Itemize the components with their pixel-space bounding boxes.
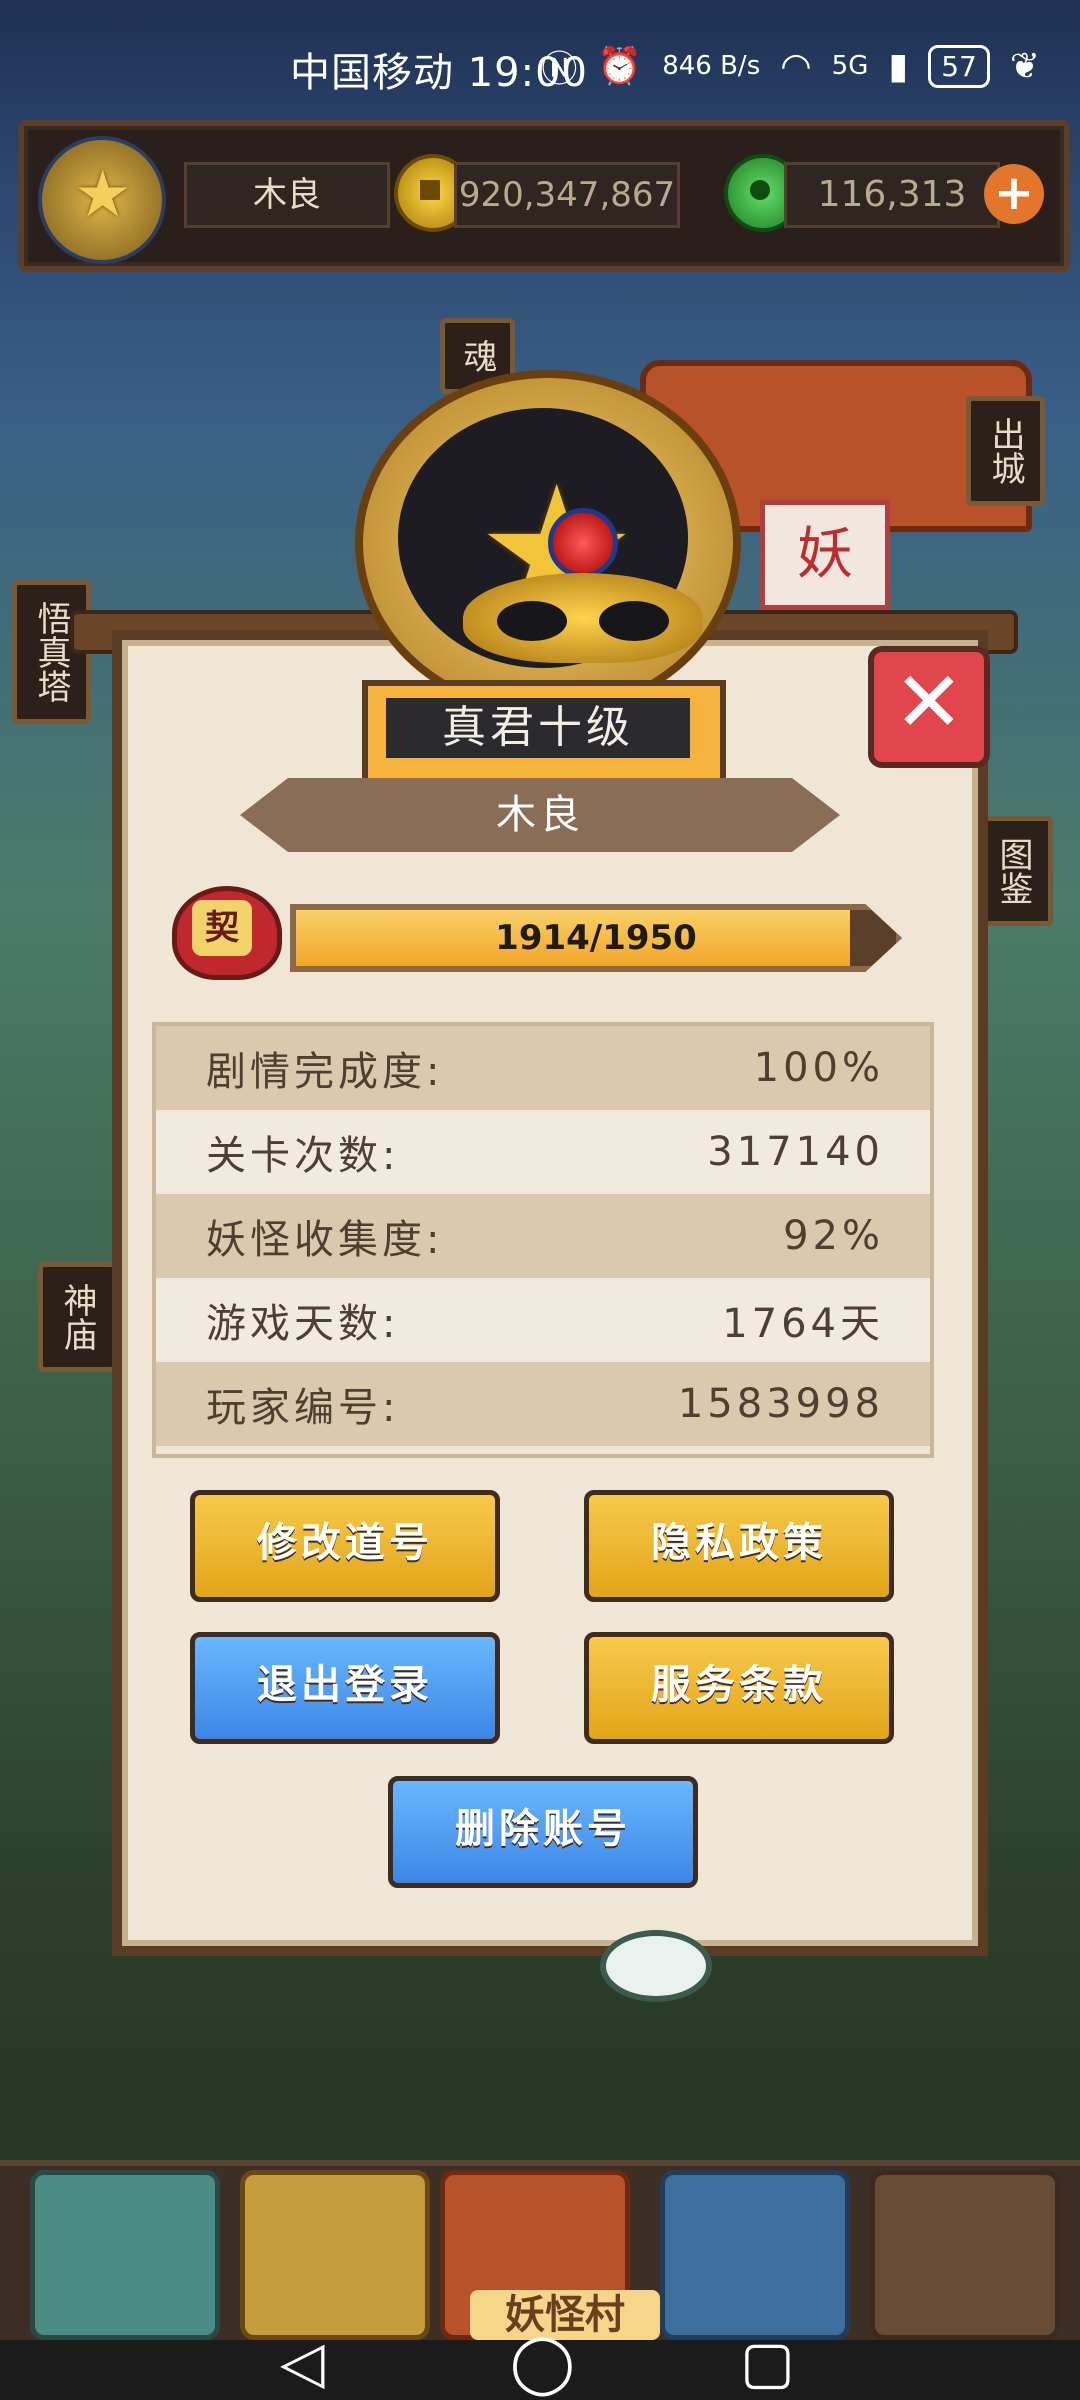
dock-star-icon[interactable] <box>240 2170 430 2340</box>
nfc-icon: Ⓝ <box>541 49 578 90</box>
stat-row-player-id: 玩家编号: 1583998 <box>156 1362 930 1446</box>
rank-emblem: ★ <box>355 370 741 716</box>
top-hud: 木良 920,347,867 116,313 + <box>18 120 1070 272</box>
change-name-button[interactable]: 修改道号 <box>190 1490 500 1602</box>
back-icon[interactable]: ◁ <box>280 2328 325 2396</box>
boat-decoration <box>600 1930 712 2002</box>
wifi-icon: ◠ <box>780 45 812 87</box>
status-bar: 中国移动 19:00 Ⓝ ⏰ 846 B/s ◠ 5G ▮ 57 ❦ <box>0 0 1080 140</box>
dock-book-icon[interactable] <box>870 2170 1060 2340</box>
signal-label: 5G <box>831 51 869 81</box>
net-speed: 846 B/s <box>662 51 761 81</box>
xp-progress-text: 1914/1950 <box>495 918 697 958</box>
emblem-inner: ★ <box>398 408 703 668</box>
stat-label: 游戏天数: <box>206 1301 400 1347</box>
contract-badge-label: 契 <box>192 900 252 956</box>
sign-wuzhen-ta-label: 悟真塔 <box>31 601 71 703</box>
dock-chest-icon[interactable] <box>30 2170 220 2340</box>
logout-button[interactable]: 退出登录 <box>190 1632 500 1744</box>
profile-name: 木良 <box>240 778 840 852</box>
sign-shenmiao-label: 神庙 <box>57 1283 97 1351</box>
sign-chucheng[interactable]: 出城 <box>966 396 1045 506</box>
status-icons: Ⓝ ⏰ 846 B/s ◠ 5G ▮ 57 ❦ <box>541 40 1040 92</box>
stat-label: 关卡次数: <box>206 1133 400 1179</box>
coin-count: 920,347,867 <box>454 162 680 228</box>
contract-badge: 契 <box>172 876 282 980</box>
close-button[interactable]: ✕ <box>868 646 990 768</box>
gem-icon <box>548 508 618 578</box>
stat-label: 剧情完成度: <box>206 1049 444 1095</box>
hud-player-name: 木良 <box>184 162 390 228</box>
stat-value: 1583998 <box>677 1381 884 1427</box>
dock-shop-icon[interactable] <box>660 2170 850 2340</box>
sign-hun-label: 魂 <box>457 339 497 373</box>
home-icon[interactable]: ◯ <box>510 2328 575 2396</box>
stat-row-story: 剧情完成度: 100% <box>156 1026 930 1110</box>
add-jade-button[interactable]: + <box>984 164 1044 224</box>
stat-value: 1764天 <box>722 1301 884 1347</box>
stat-label: 玩家编号: <box>206 1385 400 1431</box>
privacy-policy-button[interactable]: 隐私政策 <box>584 1490 894 1602</box>
recents-icon[interactable]: ▢ <box>740 2328 795 2396</box>
stats-table: 剧情完成度: 100% 关卡次数: 317140 妖怪收集度: 92% 游戏天数… <box>152 1022 934 1458</box>
leaf-icon: ❦ <box>1009 45 1040 87</box>
stat-row-days: 游戏天数: 1764天 <box>156 1278 930 1362</box>
stat-label: 妖怪收集度: <box>206 1217 444 1263</box>
rank-title: 真君十级 <box>386 698 690 758</box>
xp-progress-bar: 1914/1950 <box>290 904 902 972</box>
stat-row-collection: 妖怪收集度: 92% <box>156 1194 930 1278</box>
stat-value: 100% <box>753 1045 884 1091</box>
stat-value: 317140 <box>707 1129 884 1175</box>
stat-value: 92% <box>783 1213 884 1259</box>
sign-chucheng-label: 出城 <box>985 417 1025 485</box>
torii-plaque: 妖 <box>760 500 890 610</box>
mask-icon <box>463 573 703 663</box>
avatar[interactable] <box>38 136 166 264</box>
rank-box: 真君十级 <box>362 680 726 788</box>
sign-shenmiao[interactable]: 神庙 <box>38 1262 117 1372</box>
stat-row-stages: 关卡次数: 317140 <box>156 1110 930 1194</box>
terms-button[interactable]: 服务条款 <box>584 1632 894 1744</box>
sign-tujian-label: 图鉴 <box>993 837 1033 905</box>
battery-level: 57 <box>941 49 977 83</box>
signal-icon: ▮ <box>888 45 909 87</box>
battery-icon: 57 <box>928 44 990 88</box>
jade-count: 116,313 <box>784 162 1000 228</box>
alarm-icon: ⏰ <box>597 46 643 87</box>
delete-account-button[interactable]: 删除账号 <box>388 1776 698 1888</box>
